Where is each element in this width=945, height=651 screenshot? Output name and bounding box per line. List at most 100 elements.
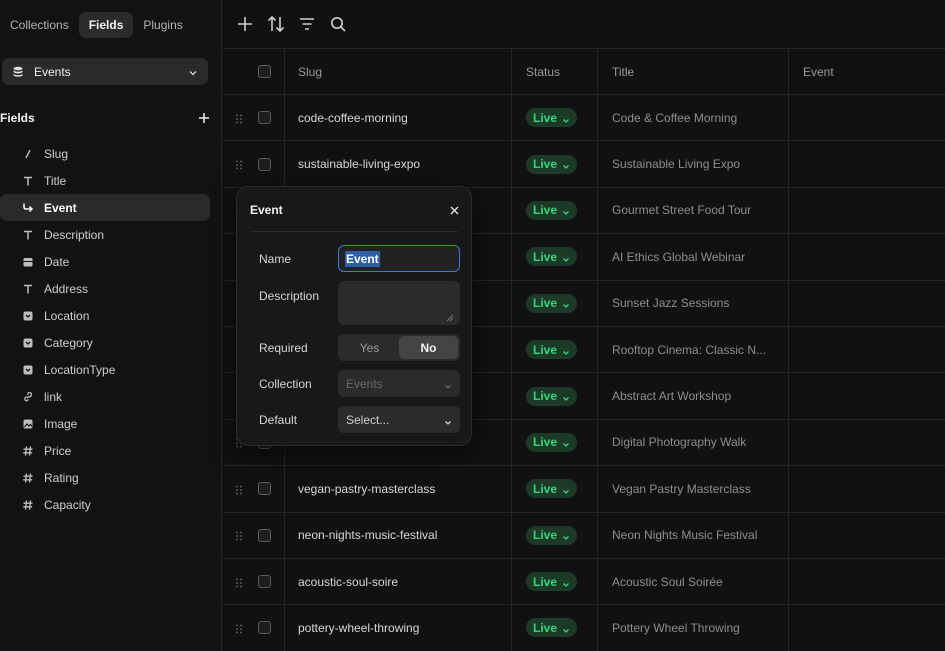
tab-collections[interactable]: Collections bbox=[0, 12, 79, 38]
drag-handle-icon[interactable] bbox=[235, 159, 243, 170]
default-dropdown[interactable]: Select... bbox=[338, 406, 460, 433]
event-cell[interactable] bbox=[789, 373, 945, 418]
slug-cell[interactable]: vegan-pastry-masterclass bbox=[285, 466, 512, 512]
sidebar-item-price[interactable]: Price bbox=[0, 437, 210, 464]
title-cell[interactable]: Neon Nights Music Festival bbox=[598, 512, 789, 558]
slug-cell[interactable]: neon-nights-music-festival bbox=[285, 512, 512, 558]
status-badge[interactable]: Live bbox=[526, 525, 578, 545]
title-cell[interactable]: Sunset Jazz Sessions bbox=[598, 280, 789, 326]
close-icon[interactable] bbox=[450, 204, 459, 215]
column-header-title[interactable]: Title bbox=[598, 49, 789, 94]
sidebar-item-link[interactable]: link bbox=[0, 383, 210, 410]
row-checkbox[interactable] bbox=[258, 621, 271, 635]
drag-handle-icon[interactable] bbox=[235, 484, 243, 495]
title-cell[interactable]: Acoustic Soul Soirée bbox=[598, 558, 789, 605]
title-cell[interactable]: Vegan Pastry Masterclass bbox=[598, 466, 789, 512]
title-cell[interactable]: AI Ethics Global Webinar bbox=[598, 234, 789, 280]
table-row[interactable]: neon-nights-music-festival Live Neon Night… bbox=[223, 512, 945, 559]
slug-cell[interactable]: sustainable-living-expo bbox=[285, 141, 512, 187]
slug-cell[interactable]: pottery-wheel-throwing bbox=[285, 605, 512, 651]
sidebar-item-locationtype[interactable]: LocationType bbox=[0, 356, 210, 383]
event-cell[interactable] bbox=[789, 141, 945, 186]
sidebar-item-category[interactable]: Category bbox=[0, 329, 210, 356]
sidebar-item-slug[interactable]: Slug bbox=[0, 140, 210, 167]
table-row[interactable]: vegan-pastry-masterclass Live Vegan Pastry… bbox=[223, 466, 945, 513]
column-header-status[interactable]: Status bbox=[512, 49, 598, 94]
event-cell[interactable] bbox=[789, 420, 945, 465]
event-cell[interactable] bbox=[789, 559, 945, 604]
drag-handle-icon[interactable] bbox=[235, 113, 243, 124]
title-cell[interactable]: Abstract Art Workshop bbox=[598, 373, 789, 419]
status-badge[interactable]: Live bbox=[526, 247, 578, 267]
filter-icon[interactable] bbox=[297, 14, 317, 34]
title-cell[interactable]: Digital Photography Walk bbox=[598, 419, 789, 466]
event-cell[interactable] bbox=[789, 95, 945, 140]
sidebar-item-title[interactable]: Title bbox=[0, 167, 210, 194]
row-checkbox[interactable] bbox=[258, 157, 271, 171]
required-no-button[interactable]: No bbox=[399, 336, 458, 359]
event-cell[interactable] bbox=[789, 234, 945, 279]
drag-handle-icon[interactable] bbox=[235, 530, 243, 541]
description-input[interactable] bbox=[338, 281, 460, 325]
event-cell[interactable] bbox=[789, 281, 945, 326]
table-row[interactable]: pottery-wheel-throwing Live Pottery Wheel … bbox=[223, 605, 945, 651]
status-cell: Live bbox=[512, 141, 598, 187]
status-badge[interactable]: Live bbox=[526, 479, 578, 499]
event-cell[interactable] bbox=[789, 513, 945, 558]
event-cell[interactable] bbox=[789, 327, 945, 372]
title-text: Vegan Pastry Masterclass bbox=[612, 481, 751, 496]
slug-cell[interactable]: acoustic-soul-soire bbox=[285, 558, 512, 605]
sort-icon[interactable] bbox=[266, 14, 286, 34]
status-badge[interactable]: Live bbox=[526, 618, 578, 638]
status-cell: Live bbox=[512, 95, 598, 141]
event-cell[interactable] bbox=[789, 605, 945, 650]
select-all-checkbox[interactable] bbox=[258, 65, 271, 78]
table-row[interactable]: sustainable-living-expo Live Sustainable L… bbox=[223, 141, 945, 188]
status-badge[interactable]: Live bbox=[526, 200, 578, 220]
sidebar-item-rating[interactable]: Rating bbox=[0, 464, 210, 491]
name-input[interactable]: Event bbox=[338, 245, 460, 272]
status-badge[interactable]: Live bbox=[526, 108, 578, 128]
row-checkbox[interactable] bbox=[258, 111, 271, 125]
title-cell[interactable]: Gourmet Street Food Tour bbox=[598, 187, 789, 234]
table-row[interactable]: code-coffee-morning Live Code & Coffee Mor… bbox=[223, 95, 945, 142]
event-cell[interactable] bbox=[789, 188, 945, 233]
drag-handle-icon[interactable] bbox=[235, 623, 243, 634]
add-field-icon[interactable] bbox=[198, 112, 210, 124]
title-cell[interactable]: Rooftop Cinema: Classic N... bbox=[598, 326, 789, 373]
column-header-event[interactable]: Event bbox=[789, 49, 945, 94]
row-checkbox[interactable] bbox=[258, 528, 271, 542]
title-cell[interactable]: Sustainable Living Expo bbox=[598, 141, 789, 187]
slug-cell[interactable]: code-coffee-morning bbox=[285, 95, 512, 141]
sidebar-item-capacity[interactable]: Capacity bbox=[0, 491, 210, 518]
search-icon[interactable] bbox=[328, 14, 348, 34]
tab-fields[interactable]: Fields bbox=[78, 12, 134, 38]
sidebar-item-date[interactable]: Date bbox=[0, 248, 210, 275]
sidebar-item-event[interactable]: Event bbox=[0, 194, 210, 221]
tab-plugins[interactable]: Plugins bbox=[133, 12, 192, 38]
required-yes-button[interactable]: Yes bbox=[340, 336, 399, 359]
status-badge[interactable]: Live bbox=[526, 154, 578, 174]
sidebar-item-address[interactable]: Address bbox=[0, 275, 210, 302]
status-badge[interactable]: Live bbox=[526, 386, 578, 406]
column-header-slug[interactable]: Slug bbox=[285, 49, 512, 94]
sidebar-item-image[interactable]: Image bbox=[0, 410, 210, 437]
status-badge[interactable]: Live bbox=[526, 572, 578, 592]
resize-handle-icon[interactable] bbox=[446, 311, 454, 322]
add-icon[interactable] bbox=[235, 14, 255, 34]
sidebar-item-location[interactable]: Location bbox=[0, 302, 210, 329]
status-badge[interactable]: Live bbox=[526, 432, 578, 452]
row-checkbox[interactable] bbox=[258, 575, 271, 589]
table-row[interactable]: acoustic-soul-soire Live Acoustic Soul Soi… bbox=[223, 558, 945, 606]
collection-dropdown[interactable]: Events bbox=[338, 370, 460, 397]
event-cell[interactable] bbox=[789, 466, 945, 511]
collection-select[interactable]: Events bbox=[2, 58, 208, 85]
status-badge[interactable]: Live bbox=[526, 340, 578, 360]
row-checkbox[interactable] bbox=[258, 482, 271, 496]
title-cell[interactable]: Code & Coffee Morning bbox=[598, 95, 789, 141]
sidebar-item-description[interactable]: Description bbox=[0, 221, 210, 248]
status-badge[interactable]: Live bbox=[526, 293, 578, 313]
field-list: Slug Title Event Description Date Addres… bbox=[0, 140, 210, 518]
drag-handle-icon[interactable] bbox=[235, 577, 243, 588]
title-cell[interactable]: Pottery Wheel Throwing bbox=[598, 605, 789, 651]
